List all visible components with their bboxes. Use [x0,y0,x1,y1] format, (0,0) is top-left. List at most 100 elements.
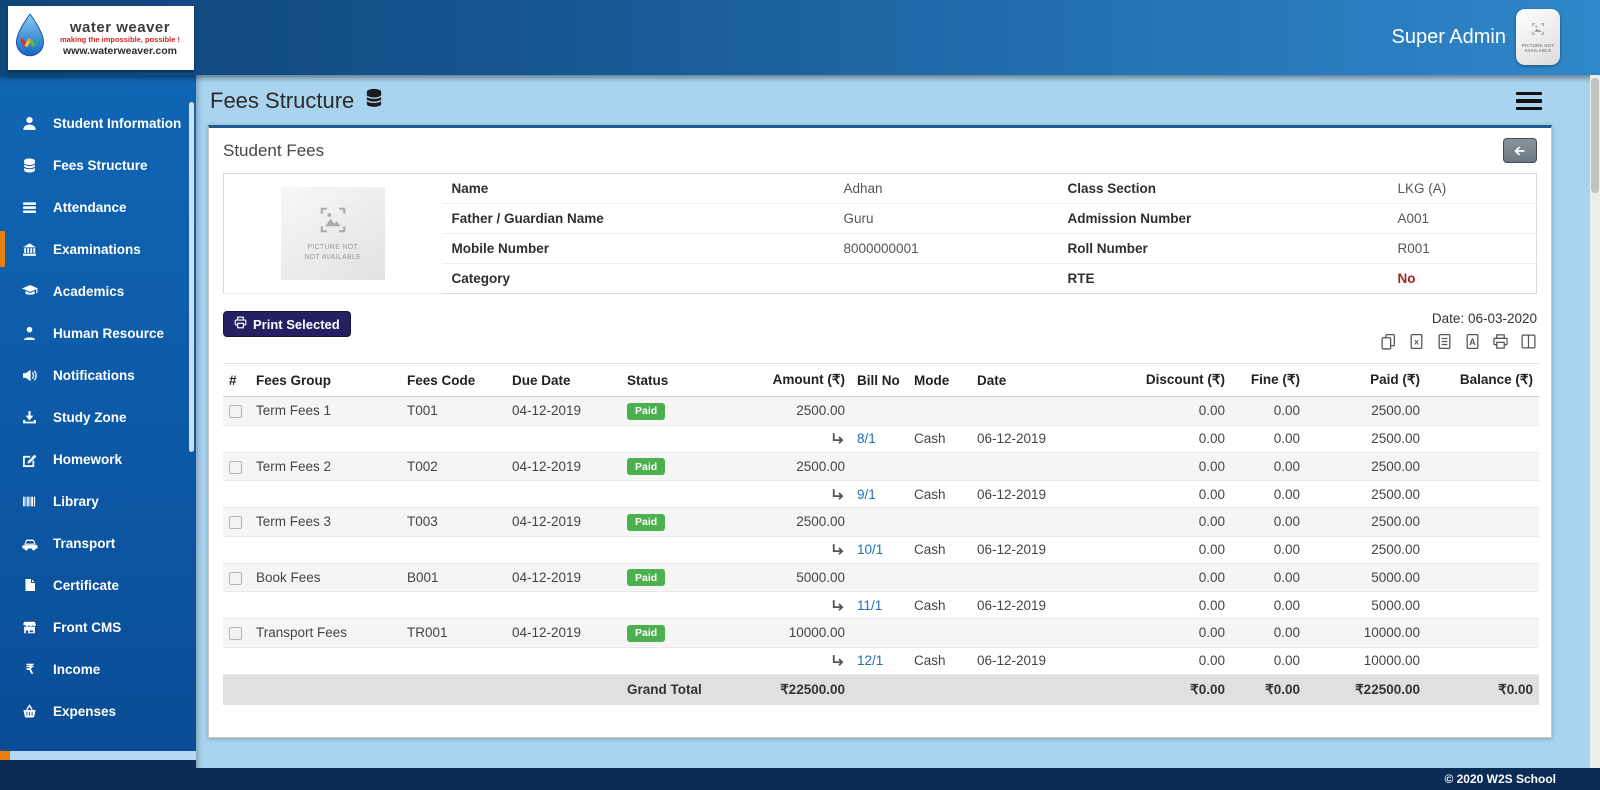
level-down-arrow-icon [830,431,845,446]
fees-code-cell: B001 [401,563,506,592]
student-photo-cell: PICTURE NOT NOT AVAILABLE [223,173,442,294]
brand-logo[interactable]: water weaver making the impossible, poss… [8,6,194,70]
paid-cell: 10000.00 [1306,618,1426,648]
grand-total-discount: ₹0.00 [1123,674,1231,705]
sidebar-hscroll-track[interactable] [10,751,196,760]
export-copy-icon[interactable] [1380,333,1397,350]
sidebar-vertical-scrollbar[interactable] [189,102,194,452]
database-icon [21,158,38,173]
amount-cell: 2500.00 [736,396,851,426]
sidebar-item-notifications[interactable]: Notifications [0,354,196,396]
row-checkbox[interactable] [229,460,242,474]
sidebar-item-study-zone[interactable]: Study Zone [0,396,196,438]
export-csv-icon[interactable] [1436,333,1453,350]
back-button[interactable] [1503,138,1537,163]
bill-no-link[interactable]: 12/1 [857,653,883,668]
user-avatar[interactable]: PICTURE NOT AVAILABLE [1516,9,1560,65]
rupee-icon: ₹ [21,662,38,676]
sidebar-item-front-cms[interactable]: Front CMS [0,606,196,648]
sidebar-item-certificate[interactable]: Certificate [0,564,196,606]
column-header-balance: Balance (₹) [1426,363,1539,397]
menu-toggle-icon[interactable] [1516,88,1542,115]
payment-row: 8/1 Cash 06-12-2019 0.00 0.00 2500.00 [223,425,1539,453]
sidebar-item-income[interactable]: ₹ Income [0,648,196,690]
logged-in-user-name: Super Admin [1391,26,1506,48]
discount-cell: 0.00 [1123,591,1231,619]
fee-row-term-fees-3: Term Fees 3 T003 04-12-2019 Paid 2500.00… [223,507,1539,537]
brand-url: www.waterweaver.com [63,44,177,57]
sidebar-item-student-information[interactable]: Student Information [0,102,196,144]
level-down-arrow-icon [830,542,845,557]
print-selected-button[interactable]: Print Selected [223,311,351,337]
discount-cell: 0.00 [1123,507,1231,537]
student-info-row: PICTURE NOT NOT AVAILABLE Name Adhan Clas… [223,173,1537,294]
sidebar-item-label: Transport [53,535,116,551]
sidebar-item-homework[interactable]: Homework [0,438,196,480]
export-print-icon[interactable] [1492,333,1509,350]
export-columns-icon[interactable] [1520,333,1537,350]
balance-cell [1426,425,1539,453]
export-pdf-icon[interactable]: A [1464,333,1481,350]
sidebar-item-label: Fees Structure [53,157,148,173]
info-value: A001 [1387,203,1537,234]
sidebar-item-label: Attendance [53,199,127,215]
sidebar-item-library[interactable]: Library [0,480,196,522]
printer-icon [234,316,247,332]
fees-code-cell: TR001 [401,618,506,648]
grand-total-label: Grand Total [621,674,736,705]
sidebar-item-transport[interactable]: Transport [0,522,196,564]
bill-no-link[interactable]: 10/1 [857,542,883,557]
sidebar-item-academics[interactable]: Academics [0,270,196,312]
row-checkbox[interactable] [229,571,242,585]
fine-cell: 0.00 [1231,647,1306,675]
water-drop-logo-icon [13,12,47,64]
status-badge: Paid [627,569,666,586]
mode-cell: Cash [908,425,971,453]
payment-date-cell: 06-12-2019 [971,647,1123,675]
payment-date-cell: 06-12-2019 [971,536,1123,564]
picture-not-available-icon [1531,22,1545,41]
row-checkbox[interactable] [229,627,242,641]
status-badge: Paid [627,402,666,420]
barcode-icon [21,494,38,509]
row-checkbox[interactable] [229,516,242,530]
sidebar-item-examinations[interactable]: Examinations [0,228,196,270]
export-excel-icon[interactable]: x [1408,333,1425,350]
brand-text: water weaver making the impossible, poss… [51,19,189,57]
page-vertical-scrollbar[interactable] [1590,75,1600,768]
speaker-icon [21,368,38,383]
student-info-body: PICTURE NOT NOT AVAILABLE Name Adhan Clas… [223,173,1537,294]
student-photo-placeholder: PICTURE NOT NOT AVAILABLE [280,187,385,280]
grand-total-amount: ₹22500.00 [736,674,851,705]
paid-cell: 10000.00 [1306,647,1426,675]
bill-no-link[interactable]: 11/1 [857,598,882,613]
bill-no-link[interactable]: 9/1 [857,487,876,502]
bill-no-link[interactable]: 8/1 [857,431,876,446]
column-header-status: Status [621,363,736,397]
sidebar-item-fees-structure[interactable]: Fees Structure [0,144,196,186]
sidebar-item-attendance[interactable]: Attendance [0,186,196,228]
bank-icon [21,242,38,257]
fine-cell: 0.00 [1231,507,1306,537]
discount-cell: 0.00 [1123,425,1231,453]
discount-cell: 0.00 [1123,618,1231,648]
payment-row: 12/1 Cash 06-12-2019 0.00 0.00 10000.00 [223,647,1539,675]
row-checkbox[interactable] [229,405,242,419]
actions-row: Print Selected Date: 06-03-2020 xA [223,311,1537,350]
discount-cell: 0.00 [1123,647,1231,675]
fee-row-transport-fees: Transport Fees TR001 04-12-2019 Paid 100… [223,618,1539,648]
fine-cell: 0.00 [1231,591,1306,619]
info-value: LKG (A) [1387,173,1537,204]
basket-icon [21,703,38,719]
payment-date-cell: 06-12-2019 [971,425,1123,453]
sidebar-horizontal-scrollbar[interactable] [0,751,196,760]
sidebar-item-human-resource[interactable]: Human Resource [0,312,196,354]
info-value [834,264,1058,294]
sidebar-hscroll-thumb[interactable] [0,751,10,760]
balance-cell [1426,396,1539,426]
sidebar-item-expenses[interactable]: Expenses [0,690,196,732]
page-scrollbar-thumb[interactable] [1591,78,1599,193]
paid-cell: 2500.00 [1306,480,1426,508]
due-date-cell: 04-12-2019 [506,507,621,537]
status-badge: Paid [627,513,666,531]
